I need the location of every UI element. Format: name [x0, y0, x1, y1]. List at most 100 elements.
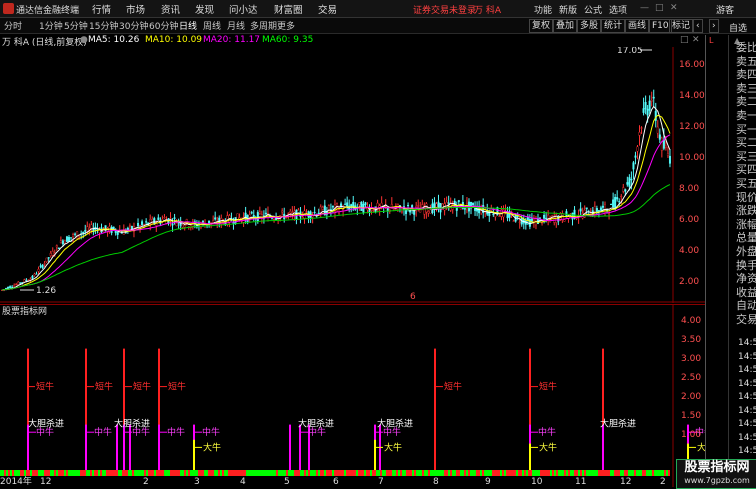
- strip-cell: [630, 470, 632, 476]
- strip-cell: [392, 470, 394, 476]
- candle-body: [400, 211, 403, 214]
- watermark-url: www.7gpzb.com: [684, 476, 750, 485]
- menu-guest[interactable]: 游客: [716, 3, 734, 16]
- strip-cell: [208, 470, 210, 476]
- minimize-icon[interactable]: —: [640, 3, 649, 13]
- candle-body: [488, 210, 491, 217]
- tab-30min[interactable]: 30分钟: [119, 19, 148, 32]
- candle-body: [173, 217, 176, 219]
- trade-login-status[interactable]: 证券交易未登录: [413, 3, 476, 16]
- mark-button[interactable]: 标记: [669, 19, 694, 33]
- strip-cell: [594, 470, 596, 476]
- strip-cell: [358, 470, 360, 476]
- panel-close-icon[interactable]: ✕: [692, 35, 700, 45]
- strip-cell: [282, 470, 284, 476]
- strip-cell: [612, 470, 614, 476]
- candle-body: [57, 247, 60, 249]
- menu-discover[interactable]: 发现: [195, 2, 214, 16]
- strip-cell: [618, 470, 620, 476]
- menu-assistant[interactable]: 问小达: [229, 2, 258, 16]
- candle-body: [61, 240, 64, 245]
- tab-more[interactable]: 更多: [277, 19, 295, 32]
- candle-body: [277, 218, 280, 221]
- strip-cell: [236, 470, 238, 476]
- watchlist-add[interactable]: 自选: [729, 21, 747, 34]
- menu-market[interactable]: 行情: [92, 2, 111, 16]
- strip-cell: [444, 470, 446, 476]
- menu-function[interactable]: 功能: [534, 3, 552, 16]
- tab-monthly[interactable]: 月线: [227, 19, 245, 32]
- strip-cell: [378, 470, 380, 476]
- tab-1min[interactable]: 1分钟: [39, 19, 63, 32]
- candle-body: [114, 230, 117, 233]
- strip-cell: [60, 470, 62, 476]
- ma-settings-icon[interactable]: ●: [80, 35, 88, 45]
- candle-body: [630, 179, 633, 181]
- strip-cell: [86, 470, 88, 476]
- menu-options[interactable]: 选项: [609, 3, 627, 16]
- strip-cell: [460, 470, 462, 476]
- tab-weekly[interactable]: 周线: [203, 19, 221, 32]
- strip-cell: [214, 470, 216, 476]
- strip-cell: [514, 470, 516, 476]
- multi-stock-button[interactable]: 多股: [577, 19, 602, 33]
- strip-cell: [504, 470, 506, 476]
- tab-timeshare[interactable]: 分时: [4, 19, 22, 32]
- strip-cell: [104, 470, 106, 476]
- candle-body: [650, 100, 653, 102]
- menu-newversion[interactable]: 新版: [559, 3, 577, 16]
- candle-body: [210, 221, 213, 224]
- candle-body: [528, 219, 531, 227]
- strip-cell: [328, 470, 330, 476]
- candle-body: [545, 217, 548, 220]
- strip-cell: [668, 470, 670, 476]
- tab-60min[interactable]: 60分钟: [149, 19, 178, 32]
- strip-cell: [44, 470, 46, 476]
- strip-cell: [442, 470, 444, 476]
- panel-restore-icon[interactable]: □: [680, 35, 689, 45]
- tab-multi[interactable]: 多周期: [250, 19, 277, 32]
- strip-cell: [530, 470, 532, 476]
- candle-body: [616, 197, 619, 200]
- menu-exchange[interactable]: 市场: [126, 2, 145, 16]
- candle-body: [506, 213, 509, 219]
- next-icon[interactable]: ›: [709, 19, 719, 33]
- menu-formula[interactable]: 公式: [584, 3, 602, 16]
- menu-news[interactable]: 资讯: [161, 2, 180, 16]
- strip-cell: [482, 470, 484, 476]
- strip-cell: [42, 470, 44, 476]
- candle-body: [82, 231, 85, 234]
- menu-trade[interactable]: 交易: [318, 2, 337, 16]
- strip-cell: [356, 470, 358, 476]
- strip-cell: [602, 470, 604, 476]
- strip-cell: [414, 470, 416, 476]
- strip-cell: [240, 470, 242, 476]
- strip-cell: [474, 470, 476, 476]
- strip-cell: [334, 470, 336, 476]
- strip-cell: [302, 470, 304, 476]
- candle-body: [612, 199, 615, 208]
- strip-cell: [434, 470, 436, 476]
- candlestick-chart[interactable]: 16.00 14.00 12.00 10.00 8.00 6.00 4.00 2…: [0, 47, 705, 303]
- candle-body: [15, 284, 18, 286]
- adjust-button[interactable]: 复权: [529, 19, 554, 33]
- stats-button[interactable]: 统计: [601, 19, 626, 33]
- indicator-chart[interactable]: 股票指标网 短牛短牛短牛短牛短牛短牛中牛中牛中牛中牛中牛中牛中牛中牛中牛大牛大牛…: [0, 304, 705, 487]
- maximize-icon[interactable]: □: [655, 3, 664, 13]
- strip-cell: [58, 470, 60, 476]
- prev-icon[interactable]: ‹: [693, 19, 703, 33]
- strip-cell: [614, 470, 616, 476]
- strip-cell: [586, 470, 588, 476]
- close-icon[interactable]: ✕: [670, 3, 678, 13]
- strip-cell: [622, 470, 624, 476]
- tab-5min[interactable]: 5分钟: [64, 19, 88, 32]
- overlay-button[interactable]: 叠加: [553, 19, 578, 33]
- tab-daily[interactable]: 日线: [179, 19, 197, 32]
- tab-15min[interactable]: 15分钟: [89, 19, 118, 32]
- menu-wealth[interactable]: 财富圈: [274, 2, 303, 16]
- strip-cell: [312, 470, 314, 476]
- strip-cell: [450, 470, 452, 476]
- draw-button[interactable]: 画线: [625, 19, 650, 33]
- candle-body: [518, 221, 521, 223]
- strip-cell: [580, 470, 582, 476]
